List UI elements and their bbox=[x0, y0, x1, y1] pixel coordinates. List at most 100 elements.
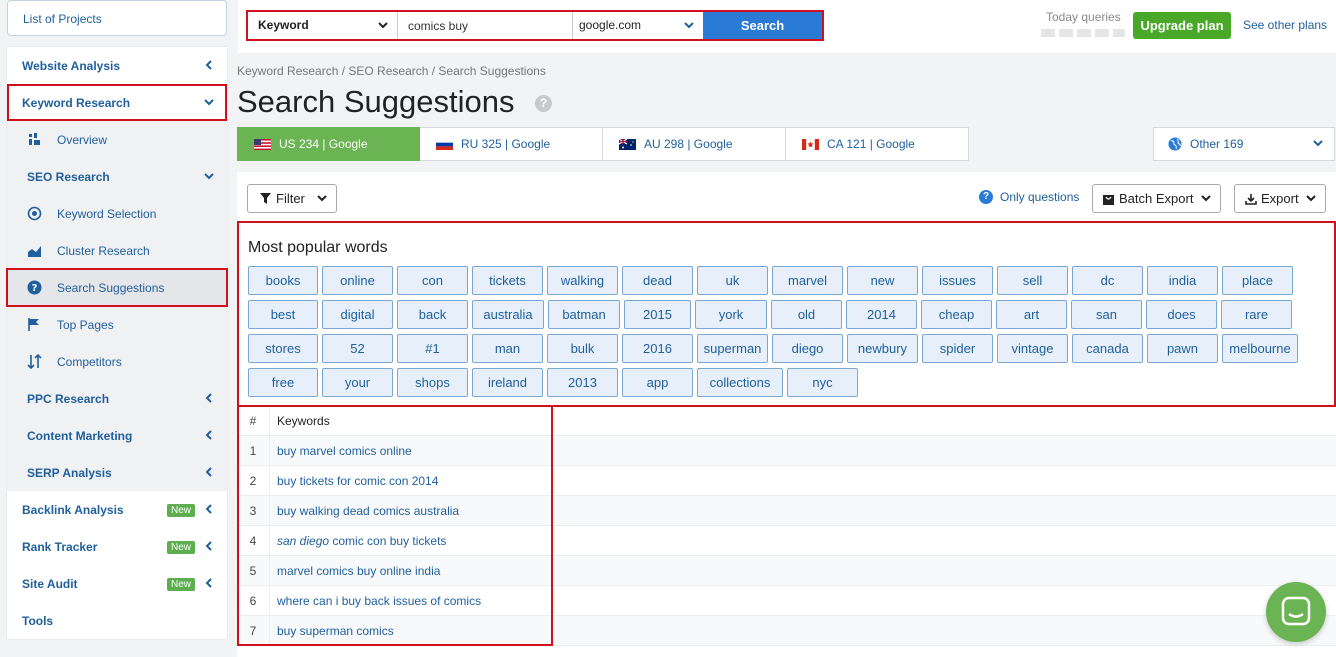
word-chip[interactable]: sell bbox=[997, 266, 1068, 295]
word-chip[interactable]: 2014 bbox=[846, 300, 917, 329]
word-chip[interactable]: walking bbox=[547, 266, 618, 295]
results-panel: Filter ? Only questions Batch Export Exp… bbox=[237, 172, 1336, 657]
word-chip[interactable]: ireland bbox=[472, 368, 543, 397]
question-circle-icon: ? bbox=[27, 280, 42, 295]
word-chip[interactable]: batman bbox=[548, 300, 620, 329]
sidebar-item-content-marketing[interactable]: Content Marketing bbox=[7, 417, 227, 454]
sidebar-item-top-pages[interactable]: Top Pages bbox=[7, 306, 227, 343]
sidebar-item-cluster-research[interactable]: Cluster Research bbox=[7, 232, 227, 269]
word-chip[interactable]: superman bbox=[697, 334, 768, 363]
word-chip[interactable]: newbury bbox=[847, 334, 918, 363]
word-chip[interactable]: 2013 bbox=[547, 368, 618, 397]
sidebar-item-keyword-research[interactable]: Keyword Research bbox=[7, 84, 227, 121]
word-chip[interactable]: dc bbox=[1072, 266, 1143, 295]
word-chip[interactable]: new bbox=[847, 266, 918, 295]
word-chip[interactable]: melbourne bbox=[1222, 334, 1298, 363]
sidebar-item-keyword-selection[interactable]: Keyword Selection bbox=[7, 195, 227, 232]
tab-au[interactable]: AU 298 | Google bbox=[603, 127, 786, 161]
word-chip[interactable]: collections bbox=[697, 368, 783, 397]
only-questions-toggle[interactable]: ? Only questions bbox=[979, 190, 1079, 204]
download-icon bbox=[1245, 193, 1257, 205]
word-chip[interactable]: man bbox=[472, 334, 543, 363]
see-other-plans-link[interactable]: See other plans bbox=[1243, 18, 1327, 32]
tab-ru[interactable]: RU 325 | Google bbox=[420, 127, 603, 161]
sidebar-item-search-suggestions[interactable]: ? Search Suggestions bbox=[6, 268, 228, 307]
word-chip[interactable]: diego bbox=[772, 334, 843, 363]
word-chip[interactable]: stores bbox=[248, 334, 318, 363]
word-chip[interactable]: canada bbox=[1072, 334, 1143, 363]
word-chip[interactable]: 2016 bbox=[622, 334, 693, 363]
word-chip[interactable]: york bbox=[695, 300, 767, 329]
word-chip[interactable]: issues bbox=[922, 266, 993, 295]
upgrade-plan-button[interactable]: Upgrade plan bbox=[1133, 12, 1231, 39]
word-chip[interactable]: art bbox=[996, 300, 1067, 329]
tab-ca[interactable]: CA 121 | Google bbox=[786, 127, 969, 161]
sidebar-item-backlink-analysis[interactable]: Backlink Analysis New bbox=[7, 491, 227, 528]
database-value: google.com bbox=[579, 18, 642, 32]
search-group: Keyword google.com Search bbox=[246, 10, 824, 41]
word-chip[interactable]: free bbox=[248, 368, 318, 397]
sidebar-item-rank-tracker[interactable]: Rank Tracker New bbox=[7, 528, 227, 565]
word-chip[interactable]: your bbox=[322, 368, 393, 397]
word-chip[interactable]: digital bbox=[322, 300, 393, 329]
sidebar-item-seo-research[interactable]: SEO Research bbox=[7, 158, 227, 195]
search-input[interactable] bbox=[398, 12, 573, 39]
sidebar-item-ppc-research[interactable]: PPC Research bbox=[7, 380, 227, 417]
word-chip[interactable]: shops bbox=[397, 368, 468, 397]
filter-button[interactable]: Filter bbox=[247, 184, 337, 213]
help-icon[interactable]: ? bbox=[535, 95, 552, 112]
word-chip[interactable]: nyc bbox=[787, 368, 858, 397]
word-chip[interactable]: 2015 bbox=[624, 300, 691, 329]
word-chip[interactable]: cheap bbox=[921, 300, 992, 329]
word-chip[interactable]: bulk bbox=[547, 334, 618, 363]
search-type-select[interactable]: Keyword bbox=[248, 12, 398, 39]
search-button[interactable]: Search bbox=[703, 12, 822, 39]
sidebar-item-competitors[interactable]: Competitors bbox=[7, 343, 227, 380]
word-chip[interactable]: place bbox=[1222, 266, 1293, 295]
word-chip[interactable]: vintage bbox=[997, 334, 1068, 363]
word-chip[interactable]: online bbox=[322, 266, 393, 295]
sidebar-item-website-analysis[interactable]: Website Analysis bbox=[7, 47, 227, 84]
chevron-left-icon bbox=[205, 541, 212, 551]
sidebar-menu: Website Analysis Keyword Research Overvi… bbox=[6, 47, 228, 639]
word-chip[interactable]: 52 bbox=[322, 334, 393, 363]
word-chip[interactable]: rare bbox=[1221, 300, 1292, 329]
word-chip[interactable]: app bbox=[622, 368, 693, 397]
sidebar-item-serp-analysis[interactable]: SERP Analysis bbox=[7, 454, 227, 491]
sidebar-item-label: SERP Analysis bbox=[27, 465, 112, 480]
au-flag-icon bbox=[619, 138, 636, 150]
word-chip[interactable]: marvel bbox=[772, 266, 843, 295]
batch-export-button[interactable]: Batch Export bbox=[1092, 184, 1221, 213]
chevron-down-icon bbox=[204, 99, 214, 106]
sidebar-item-overview[interactable]: Overview bbox=[7, 121, 227, 158]
other-databases-select[interactable]: Other 169 bbox=[1153, 127, 1335, 161]
word-chip[interactable]: tickets bbox=[472, 266, 543, 295]
word-chip[interactable]: old bbox=[771, 300, 842, 329]
chevron-down-icon bbox=[317, 195, 327, 202]
word-chip[interactable]: san bbox=[1071, 300, 1142, 329]
us-flag-icon bbox=[254, 138, 271, 150]
word-chip[interactable]: pawn bbox=[1147, 334, 1218, 363]
word-chip[interactable]: books bbox=[248, 266, 318, 295]
word-chip[interactable]: back bbox=[397, 300, 468, 329]
word-chip[interactable]: best bbox=[248, 300, 318, 329]
word-chip[interactable]: australia bbox=[472, 300, 544, 329]
word-chip[interactable]: #1 bbox=[397, 334, 468, 363]
word-chip[interactable]: dead bbox=[622, 266, 693, 295]
database-select[interactable]: google.com bbox=[573, 12, 703, 39]
today-queries-bar bbox=[1041, 29, 1125, 37]
chat-button[interactable] bbox=[1266, 582, 1326, 642]
tab-us[interactable]: US 234 | Google bbox=[237, 127, 420, 161]
sidebar-item-site-audit[interactable]: Site Audit New bbox=[7, 565, 227, 602]
word-chip[interactable]: uk bbox=[697, 266, 768, 295]
list-of-projects-button[interactable]: List of Projects bbox=[7, 0, 227, 36]
sidebar-item-label: Search Suggestions bbox=[57, 280, 165, 295]
word-chip[interactable]: india bbox=[1147, 266, 1218, 295]
word-chip[interactable]: spider bbox=[922, 334, 993, 363]
word-chip[interactable]: con bbox=[397, 266, 468, 295]
chevron-down-icon bbox=[378, 22, 388, 29]
export-button[interactable]: Export bbox=[1234, 184, 1326, 213]
sidebar-item-label: Content Marketing bbox=[27, 428, 133, 443]
sidebar-item-tools[interactable]: Tools bbox=[7, 602, 227, 639]
word-chip[interactable]: does bbox=[1146, 300, 1217, 329]
